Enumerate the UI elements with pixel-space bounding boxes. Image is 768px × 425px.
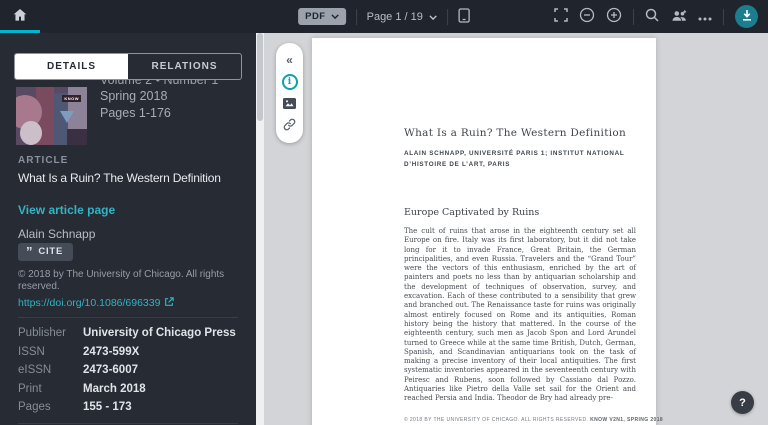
zoom-out-button[interactable] [579, 7, 595, 26]
scrollbar-thumb[interactable] [257, 33, 263, 121]
toolbar-divider [446, 8, 448, 25]
metadata-value: March 2018 [83, 382, 146, 395]
metadata-value: 2473-6007 [83, 364, 138, 376]
tab-relations[interactable]: RELATIONS [128, 54, 241, 79]
home-button[interactable] [12, 7, 28, 26]
document-footer: © 2018 BY THE UNIVERSITY OF CHICAGO. ALL… [404, 416, 664, 423]
metadata-value: University of Chicago Press [83, 327, 236, 339]
issue-pages: Pages 1-176 [100, 106, 171, 120]
plus-circle-icon [606, 7, 622, 26]
scrollbar-track [256, 33, 264, 425]
cite-button[interactable]: ” CITE [18, 243, 74, 261]
metadata-label: eISSN [18, 364, 52, 376]
quote-icon: ” [26, 243, 34, 259]
info-icon: i [281, 74, 298, 90]
minus-circle-icon [579, 7, 595, 26]
search-icon [645, 8, 659, 25]
fullscreen-icon [554, 8, 568, 25]
question-mark-icon: ? [739, 396, 746, 409]
active-section-underline [0, 30, 40, 33]
tab-details[interactable]: DETAILS [15, 54, 128, 79]
journal-cover-thumbnail: KNOW [16, 87, 87, 145]
ellipsis-icon [698, 9, 712, 24]
help-button[interactable]: ? [731, 391, 754, 414]
pdf-page: What Is a Ruin? The Western Definition A… [312, 38, 664, 425]
document-title: What Is a Ruin? The Western Definition [404, 127, 627, 139]
chevron-down-icon [429, 11, 437, 23]
zoom-in-button[interactable] [606, 7, 622, 26]
external-link-icon [164, 294, 175, 312]
metadata-label: Print [18, 382, 42, 395]
cite-label: CITE [38, 246, 64, 257]
cover-badge: KNOW [62, 95, 81, 102]
sidebar-divider [18, 317, 238, 318]
image-icon [283, 97, 296, 112]
figures-button[interactable] [276, 93, 303, 115]
article-author: Alain Schnapp [18, 227, 96, 241]
format-select-button[interactable]: PDF [298, 8, 346, 25]
view-article-page-link[interactable]: View article page [18, 203, 238, 218]
metadata-value: 2473-599X [83, 345, 140, 358]
page-selector[interactable]: Page 1 / 19 [367, 11, 437, 23]
article-title: What Is a Ruin? The Western Definition [18, 171, 221, 185]
sidebar-tabbar: DETAILS RELATIONS [14, 53, 242, 80]
info-button[interactable]: i [276, 71, 303, 93]
more-options-button[interactable] [698, 9, 712, 24]
top-toolbar: PDF Page 1 / 19 [0, 0, 768, 33]
metadata-label: Publisher [18, 327, 66, 339]
metadata-table: Publisher University of Chicago Press IS… [18, 327, 238, 413]
article-kicker: ARTICLE [18, 155, 69, 166]
format-label: PDF [305, 11, 326, 22]
add-users-icon [670, 9, 687, 25]
issue-season: Spring 2018 [100, 89, 168, 103]
chevron-down-icon [330, 11, 339, 22]
issue-info-row: KNOW Spring 2018 Pages 1-176 [16, 87, 256, 145]
section-heading: Europe Captivated by Ruins [404, 207, 540, 218]
link-button[interactable] [276, 115, 303, 137]
link-icon [283, 118, 296, 134]
download-button[interactable] [735, 5, 758, 28]
copyright-text: © 2018 by The University of Chicago. All… [18, 269, 225, 292]
metadata-label: Pages [18, 401, 51, 413]
document-byline: ALAIN SCHNAPP, UNIVERSITÉ PARIS 1; INSTI… [404, 150, 625, 168]
pdf-viewer: « i What Is a Ruin? The Western Definiti… [256, 33, 768, 425]
article-viewer-app: PDF Page 1 / 19 DETAILS RELATIONS Volume… [0, 0, 768, 425]
metadata-value: 155 - 173 [83, 401, 132, 413]
toolbar-divider [355, 8, 357, 25]
page-indicator: Page 1 / 19 [366, 10, 423, 23]
share-access-button[interactable] [670, 9, 687, 25]
toolbar-divider [723, 8, 724, 25]
floating-toolbar: « i [276, 43, 303, 143]
reader-view-button[interactable] [458, 7, 470, 26]
metadata-label: ISSN [18, 345, 45, 358]
tablet-icon [458, 7, 470, 26]
toolbar-divider [633, 8, 634, 25]
home-icon [12, 7, 28, 26]
collapse-panel-button[interactable]: « [276, 49, 303, 71]
fullscreen-button[interactable] [554, 8, 568, 25]
download-icon [741, 9, 753, 24]
search-button[interactable] [645, 8, 659, 25]
details-sidebar: DETAILS RELATIONS Volume 2 • Number 1 KN… [0, 33, 256, 425]
double-chevron-left-icon: « [286, 53, 293, 67]
issue-volume-line-clipped: Volume 2 • Number 1 [100, 80, 219, 87]
sidebar-divider [18, 423, 238, 424]
document-body-text: The cult of ruins that arose in the eigh… [404, 227, 636, 403]
doi-link[interactable]: https://doi.org/10.1086/696339 [18, 297, 160, 310]
